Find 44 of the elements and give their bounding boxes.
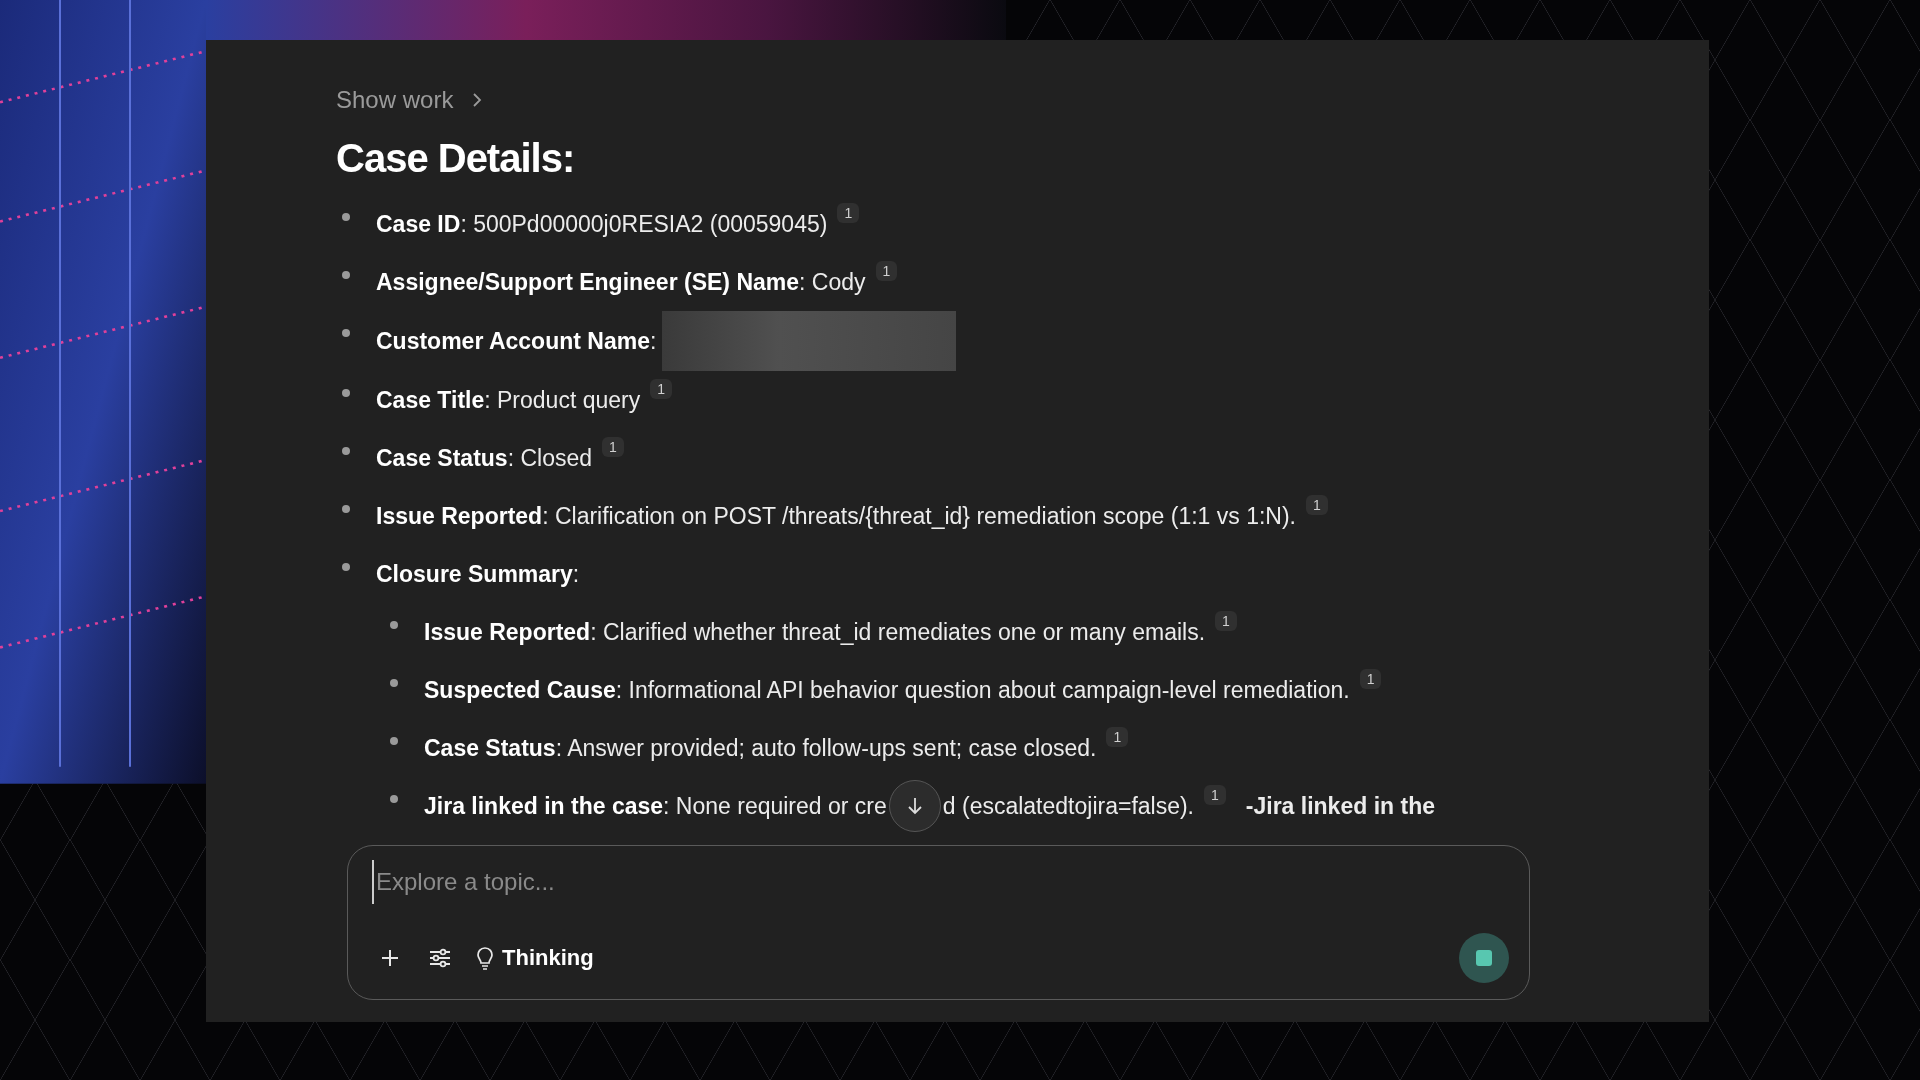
bullet-icon: [342, 389, 350, 397]
citation-badge[interactable]: 1: [1204, 785, 1226, 805]
section-heading: Case Details:: [336, 136, 576, 181]
message-input-field[interactable]: Explore a topic...: [372, 860, 1509, 904]
arrow-down-icon: [906, 797, 923, 815]
message-composer[interactable]: Explore a topic... Thinking: [347, 845, 1530, 1000]
detail-text: Case Status: Closed: [376, 444, 593, 472]
bullet-icon: [342, 271, 350, 279]
citation-badge[interactable]: 1: [602, 437, 624, 457]
detail-text: Assignee/Support Engineer (SE) Name: Cody: [376, 268, 866, 296]
detail-text: Case Status: Answer provided; auto follow-ups sent; case closed.: [424, 734, 1097, 762]
bullet-icon: [342, 563, 350, 571]
detail-text: Jira linked in the case: None required or cre: [424, 792, 887, 820]
detail-text: Closure Summary:: [376, 560, 580, 588]
show-work-toggle[interactable]: Show work: [336, 86, 484, 114]
citation-badge[interactable]: 1: [650, 379, 672, 399]
plus-icon: [380, 948, 400, 968]
detail-text: Issue Reported: Clarification on POST /threats/{threat_id} remediation scope (1:1 vs 1:N).: [376, 502, 1296, 530]
lightbulb-icon: [476, 946, 494, 970]
detail-text: Case Title: Product query: [376, 386, 641, 414]
detail-text: Issue Reported: Clarified whether threat_id remediates one or many emails.: [424, 618, 1206, 646]
bullet-icon: [390, 679, 398, 687]
detail-text: Suspected Cause: Informational API behavior question about campaign-level remediation.: [424, 676, 1350, 704]
thinking-mode-button[interactable]: Thinking: [472, 945, 598, 971]
detail-text: d (escalatedtojira=false).: [942, 792, 1194, 820]
bullet-icon: [390, 737, 398, 745]
chevron-right-icon: [471, 92, 484, 108]
citation-badge[interactable]: 1: [1106, 727, 1129, 747]
citation-badge[interactable]: 1: [875, 261, 898, 281]
bullet-icon: [342, 447, 350, 455]
citation-badge[interactable]: 1: [1215, 611, 1237, 631]
sliders-icon: [429, 948, 451, 968]
bullet-icon: [390, 795, 398, 803]
detail-text: Case ID: 500Pd00000j0RESIA2 (00059045): [376, 210, 828, 238]
citation-badge[interactable]: 1: [1306, 495, 1328, 515]
bullet-icon: [390, 621, 398, 629]
bullet-icon: [342, 505, 350, 513]
citation-badge[interactable]: 1: [1359, 669, 1382, 689]
bullet-icon: [342, 213, 350, 221]
detail-text: Customer Account Name:: [376, 327, 657, 355]
citation-badge[interactable]: 1: [837, 203, 860, 223]
stop-button[interactable]: [1459, 933, 1509, 983]
bullet-icon: [342, 329, 350, 337]
detail-text: -Jira linked in the: [1245, 792, 1435, 820]
